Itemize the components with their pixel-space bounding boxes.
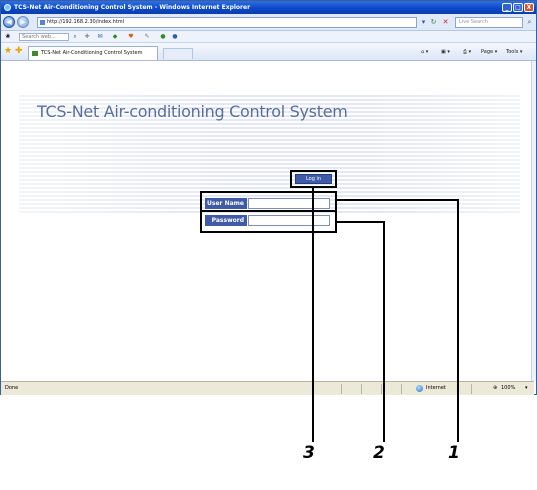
live-search-input[interactable]: Live Search bbox=[455, 17, 523, 28]
toolbar-search-input[interactable]: Search web... bbox=[19, 33, 69, 41]
search-icon[interactable]: ⌕ bbox=[71, 33, 79, 41]
back-button[interactable]: ◀ bbox=[3, 16, 15, 28]
address-bar-row: ◀ ▶ http://192.168.2.30/index.html ▾ ↻ ✕… bbox=[1, 14, 536, 31]
tab-label: TCS-Net Air-Conditioning Control System bbox=[41, 50, 143, 56]
addon-icon[interactable]: ◆ bbox=[111, 33, 119, 41]
callout-line-2-vertical bbox=[383, 221, 385, 442]
address-input[interactable]: http://192.168.2.30/index.html bbox=[37, 17, 417, 28]
maximize-button[interactable]: □ bbox=[513, 3, 523, 12]
print-icon[interactable]: ⎙ ▾ bbox=[463, 46, 471, 58]
toolbar-logo-icon: ❀ bbox=[5, 33, 11, 40]
mail-icon[interactable]: ✉ bbox=[96, 33, 104, 41]
vertical-scrollbar[interactable] bbox=[531, 61, 536, 381]
status-divider bbox=[401, 384, 402, 394]
system-title: TCS-Net Air-conditioning Control System bbox=[37, 102, 348, 121]
title-bar: TCS-Net Air-Conditioning Control System … bbox=[1, 1, 536, 14]
window-title: TCS-Net Air-Conditioning Control System … bbox=[14, 4, 251, 11]
info-icon[interactable]: ● bbox=[171, 33, 179, 41]
search-go-icon[interactable]: ⌕ bbox=[525, 18, 534, 27]
callout-number-2: 2 bbox=[373, 443, 385, 463]
search-toolbar: ❀ Search web... ⌕ ✚ ✉ ◆ ♥ ✎ ● ● bbox=[1, 31, 536, 43]
tools-menu-label: Tools bbox=[506, 49, 519, 55]
tools-menu[interactable]: Tools ▾ bbox=[506, 46, 522, 58]
feed-icon[interactable]: ♥ bbox=[127, 33, 135, 41]
status-divider bbox=[381, 384, 382, 394]
address-url: http://192.168.2.30/index.html bbox=[47, 19, 125, 25]
callout-box-login bbox=[290, 170, 337, 188]
status-bar: Done Internet ⊕ 100% ▾ bbox=[1, 381, 534, 395]
tab-bar: ★ ✚ TCS-Net Air-Conditioning Control Sys… bbox=[1, 43, 536, 61]
rss-icon[interactable]: ▣ ▾ bbox=[441, 46, 450, 58]
new-tab-button[interactable] bbox=[163, 48, 193, 59]
callout-box-password bbox=[200, 210, 337, 233]
zone-label: Internet bbox=[426, 385, 446, 391]
favorites-star-icon[interactable]: ★ bbox=[4, 47, 12, 56]
minimize-button[interactable]: _ bbox=[502, 3, 512, 12]
dropdown-arrow-icon[interactable]: ▾ bbox=[419, 18, 428, 27]
callout-number-3: 3 bbox=[303, 443, 315, 463]
zoom-icon[interactable]: ⊕ bbox=[493, 382, 497, 395]
help-icon[interactable]: ● bbox=[159, 33, 167, 41]
page-menu-label: Page bbox=[481, 49, 494, 55]
zoom-dropdown-icon[interactable]: ▾ bbox=[525, 382, 528, 395]
status-text: Done bbox=[5, 385, 19, 391]
page-icon bbox=[40, 20, 45, 25]
toolbar-search-placeholder: Search web... bbox=[22, 34, 56, 40]
tab-active[interactable]: TCS-Net Air-Conditioning Control System bbox=[28, 46, 158, 60]
stop-icon[interactable]: ✕ bbox=[441, 18, 450, 27]
ie-logo-icon bbox=[4, 4, 11, 11]
close-button[interactable]: X bbox=[524, 3, 534, 12]
callout-line-1-vertical bbox=[457, 199, 459, 442]
callout-line-2-horizontal bbox=[337, 221, 385, 223]
status-divider bbox=[471, 384, 472, 394]
callout-line-1-horizontal bbox=[337, 199, 459, 201]
highlight-icon[interactable]: ✚ bbox=[83, 33, 91, 41]
forward-button[interactable]: ▶ bbox=[17, 16, 29, 28]
page-menu[interactable]: Page ▾ bbox=[481, 46, 497, 58]
zoom-level[interactable]: 100% bbox=[501, 382, 515, 395]
settings-icon[interactable]: ✎ bbox=[143, 33, 151, 41]
status-divider bbox=[341, 384, 342, 394]
callout-line-3-vertical bbox=[312, 188, 314, 442]
internet-zone-icon bbox=[416, 385, 423, 392]
status-divider bbox=[361, 384, 362, 394]
add-favorite-icon[interactable]: ✚ bbox=[15, 47, 23, 56]
callout-number-1: 1 bbox=[448, 443, 460, 463]
home-icon[interactable]: ⌂ ▾ bbox=[421, 46, 428, 58]
refresh-icon[interactable]: ↻ bbox=[429, 18, 438, 27]
tab-favicon-icon bbox=[32, 51, 38, 56]
live-search-placeholder: Live Search bbox=[459, 19, 488, 25]
